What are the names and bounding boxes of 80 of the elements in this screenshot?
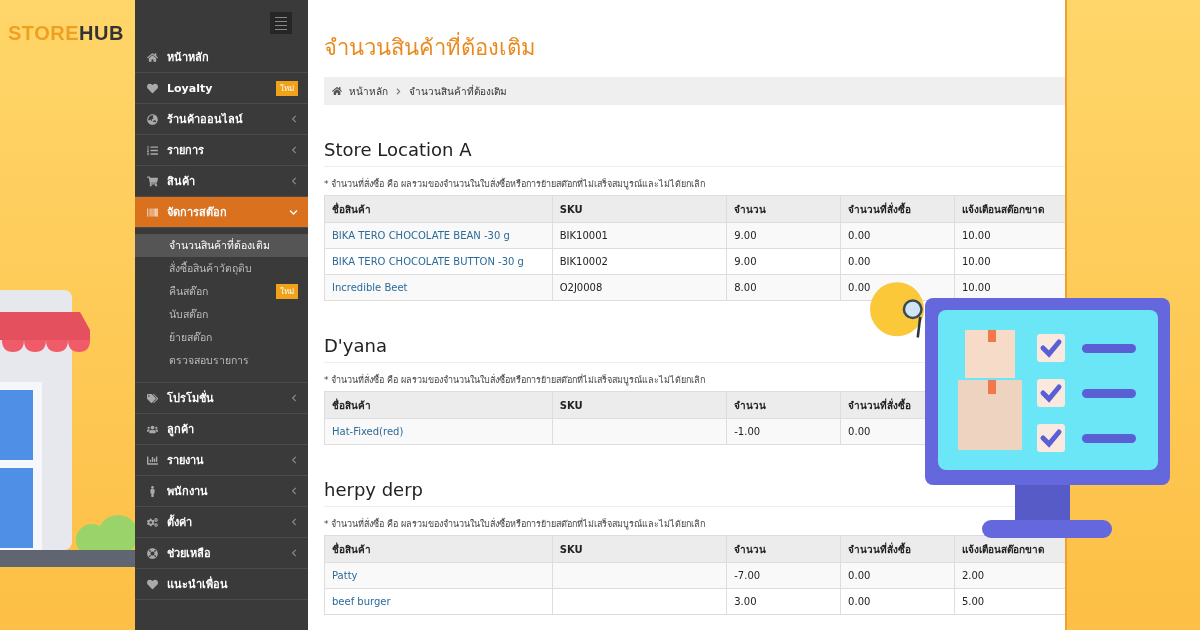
column-header: จำนวนที่สั่งซื้อ [848, 399, 912, 411]
table-cell: 0.00 [848, 230, 871, 241]
column-header: จำนวนที่สั่งซื้อ [848, 543, 912, 555]
table-cell: 0.00 [848, 596, 871, 607]
column-header: ชื่อสินค้า [332, 203, 371, 215]
product-link[interactable]: Hat-Fixed(red) [332, 426, 404, 437]
breadcrumb-current: จำนวนสินค้าที่ต้องเติม [409, 83, 507, 99]
submenu-item[interactable]: ตรวจสอบรายการ [135, 349, 308, 372]
page-title: จำนวนสินค้าที่ต้องเติม [324, 30, 1065, 65]
chevron-left-icon [290, 115, 298, 123]
new-badge: ใหม่ [276, 80, 298, 96]
column-header: SKU [559, 399, 583, 411]
chevron-left-icon [290, 549, 298, 557]
column-header: แจ้งเตือนสต๊อกขาด [961, 203, 1044, 215]
note-text: * จำนวนที่สั่งซื้อ คือ ผลรวมของจำนวนในใบสั่งซื้อหรือการย้ายสต๊อกที่ไม่เสร็จสมบูรณ์และไม่ได้ยกเลิก [324, 373, 707, 387]
person-icon [147, 485, 158, 497]
sidebar-item[interactable]: Loyalty ใหม่ [135, 73, 308, 104]
submenu-item[interactable]: ย้ายสต๊อก [135, 326, 308, 349]
product-link[interactable]: Incredible Beet [332, 282, 408, 293]
table-cell: -7.00 [734, 570, 761, 581]
bar-chart-icon [147, 454, 158, 466]
table-cell: 9.00 [734, 230, 757, 241]
heart-icon [147, 82, 158, 94]
chevron-left-icon [290, 487, 298, 495]
table-cell: BIK10001 [559, 230, 608, 241]
submenu-item[interactable]: สั่งซื้อสินค้าวัตถุดิบ [135, 257, 308, 280]
table-cell: 0.00 [848, 282, 871, 293]
chevron-left-icon [290, 456, 298, 464]
chevron-left-icon [290, 146, 298, 154]
table-cell: BIK10002 [559, 256, 608, 267]
table-cell: 10.00 [961, 230, 991, 241]
column-header: จำนวน [734, 543, 767, 555]
globe-icon [147, 113, 158, 125]
magnifier-emoji-drawing [870, 282, 924, 339]
table-cell: O2J0008 [559, 282, 603, 293]
breadcrumb-link[interactable]: หน้าหลัก [349, 83, 388, 99]
tag-icon [147, 392, 158, 404]
cart-icon [147, 175, 158, 187]
home-icon [332, 86, 342, 96]
home-icon [147, 51, 158, 63]
submenu-item[interactable]: นับสต๊อก [135, 303, 308, 326]
menu-button[interactable] [270, 12, 292, 34]
new-badge: ใหม่ [276, 284, 298, 299]
table-cell: 2.00 [961, 570, 985, 581]
chevron-left-icon [290, 394, 298, 402]
submenu-item[interactable]: คืนสต๊อก ใหม่ [135, 280, 308, 303]
table-cell: 0.00 [848, 426, 871, 437]
table-cell: 10.00 [961, 256, 991, 267]
chevron-right-icon [395, 87, 402, 95]
column-header: SKU [559, 543, 583, 555]
submenu-item[interactable]: จำนวนสินค้าที่ต้องเติม [135, 234, 308, 257]
section-title: Store Location A [324, 139, 1065, 167]
heart-icon [147, 578, 158, 590]
column-header: SKU [559, 203, 583, 215]
logo: STOREHUB [8, 22, 125, 45]
chevron-left-icon [290, 177, 298, 185]
table-cell: 0.00 [848, 256, 871, 267]
column-header: จำนวน [734, 203, 767, 215]
column-header: ชื่อสินค้า [332, 399, 371, 411]
lifebuoy-icon [147, 547, 158, 559]
table-cell: 8.00 [734, 282, 757, 293]
note-text: * จำนวนที่สั่งซื้อ คือ ผลรวมของจำนวนในใบสั่งซื้อหรือการย้ายสต๊อกที่ไม่เสร็จสมบูรณ์และไม่ได้ยกเลิก [324, 177, 707, 191]
table-cell: 0.00 [848, 570, 871, 581]
table-cell: -1.00 [734, 426, 761, 437]
table-cell: 3.00 [734, 596, 757, 607]
product-link[interactable]: Patty [332, 570, 358, 581]
table-cell: 5.00 [961, 596, 985, 607]
table-cell: 9.00 [734, 256, 757, 267]
chevron-left-icon [290, 518, 298, 526]
gears-icon [147, 516, 158, 528]
column-header: ชื่อสินค้า [332, 543, 371, 555]
column-header: จำนวนที่สั่งซื้อ [848, 203, 912, 215]
chevron-down-icon [289, 207, 298, 217]
product-link[interactable]: beef burger [332, 596, 391, 607]
table-cell: 10.00 [961, 282, 991, 293]
note-text: * จำนวนที่สั่งซื้อ คือ ผลรวมของจำนวนในใบสั่งซื้อหรือการย้ายสต๊อกที่ไม่เสร็จสมบูรณ์และไม่ได้ยกเลิก [324, 517, 707, 531]
column-header: จำนวน [734, 399, 767, 411]
list-icon [147, 144, 158, 156]
column-header: แจ้งเตือนสต๊อกขาด [961, 543, 1044, 555]
users-icon [147, 423, 158, 435]
